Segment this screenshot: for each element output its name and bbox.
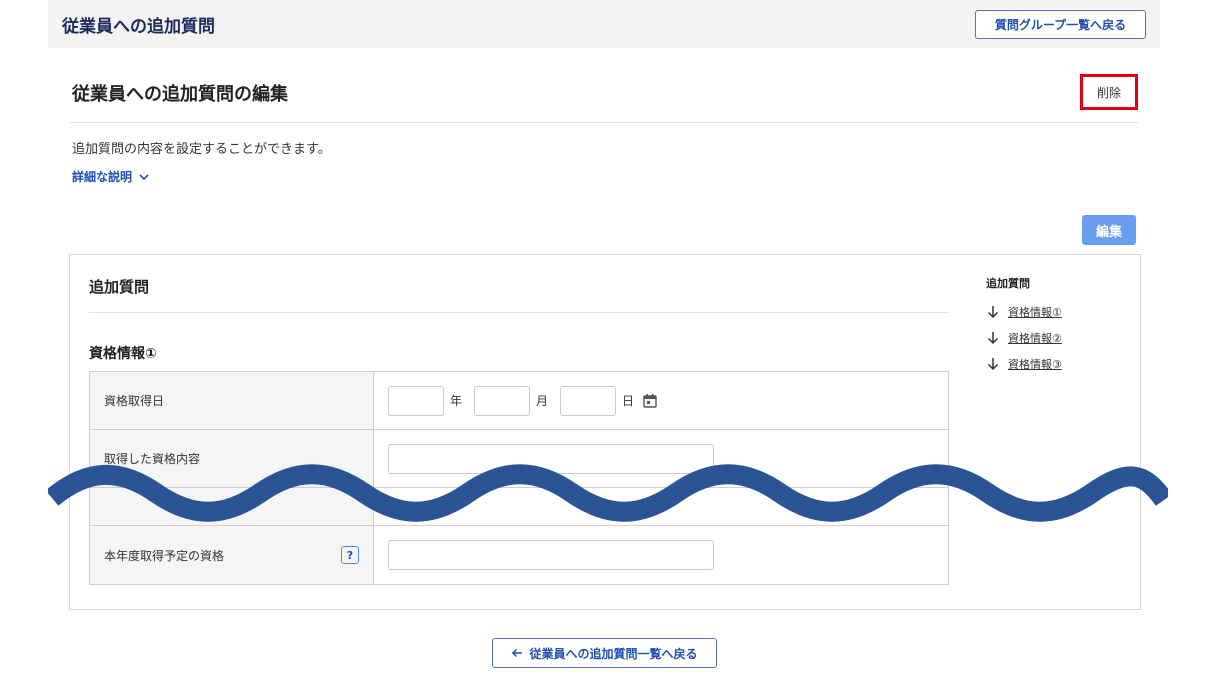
arrow-down-icon: [987, 306, 999, 319]
table-of-contents: 追加質問 資格情報① 資格情報② 資格情報③: [986, 275, 1126, 377]
year-input[interactable]: [388, 385, 444, 416]
chevron-down-icon: [139, 173, 149, 180]
table-row: 資格取得日 年 月 日: [90, 372, 948, 430]
back-to-list-label: 従業員への追加質問一覧へ戻る: [529, 646, 698, 661]
back-to-list-button[interactable]: 従業員への追加質問一覧へ戻る: [492, 638, 717, 668]
card-title: 追加質問: [89, 278, 150, 296]
year-unit: 年: [450, 394, 463, 408]
month-unit: 月: [536, 394, 549, 408]
toc-item-label: 資格情報②: [1008, 332, 1062, 345]
details-toggle-label: 詳細な説明: [72, 170, 133, 184]
delete-button[interactable]: 削除: [1080, 74, 1138, 110]
planned-qualification-field: [374, 526, 948, 584]
back-to-groups-button[interactable]: 質問グループ一覧へ戻る: [975, 10, 1146, 39]
toc-item-qualification-2[interactable]: 資格情報②: [986, 325, 1126, 351]
toc-title: 追加質問: [986, 277, 1030, 290]
toc-item-qualification-1[interactable]: 資格情報①: [986, 299, 1126, 325]
page-description: 追加質問の内容を設定することができます。: [72, 142, 331, 157]
help-icon[interactable]: ?: [341, 546, 359, 564]
page-title: 従業員への追加質問の編集: [72, 84, 288, 105]
toc-item-label: 資格情報①: [1008, 306, 1062, 319]
toc-item-label: 資格情報③: [1008, 358, 1062, 371]
card-divider: [89, 312, 949, 313]
omission-wave: [48, 464, 1168, 522]
title-divider: [70, 122, 1138, 123]
arrow-down-icon: [987, 332, 999, 345]
arrow-left-icon: [512, 648, 523, 658]
edit-button[interactable]: 編集: [1082, 215, 1136, 245]
month-input[interactable]: [474, 385, 531, 416]
day-unit: 日: [622, 394, 635, 408]
section-title: 資格情報①: [89, 346, 157, 362]
acquired-date-field: 年 月 日: [374, 372, 948, 429]
calendar-icon[interactable]: [642, 393, 658, 409]
toc-item-qualification-3[interactable]: 資格情報③: [986, 351, 1126, 377]
header-title: 従業員への追加質問: [62, 17, 215, 37]
day-input[interactable]: [560, 385, 617, 416]
details-toggle[interactable]: 詳細な説明: [72, 168, 150, 185]
planned-qualification-text: 本年度取得予定の資格: [104, 548, 225, 563]
top-bar: 従業員への追加質問 質問グループ一覧へ戻る: [48, 0, 1160, 48]
arrow-down-icon: [987, 358, 999, 371]
acquired-date-label: 資格取得日: [90, 372, 374, 429]
planned-qualification-input[interactable]: [388, 540, 714, 570]
planned-qualification-label: 本年度取得予定の資格 ?: [90, 526, 374, 584]
additional-questions-card: 追加質問 資格情報① 資格取得日 年 月 日 取得した資格内容 本年度取得予定の…: [69, 254, 1141, 610]
table-row: 本年度取得予定の資格 ?: [90, 526, 948, 584]
